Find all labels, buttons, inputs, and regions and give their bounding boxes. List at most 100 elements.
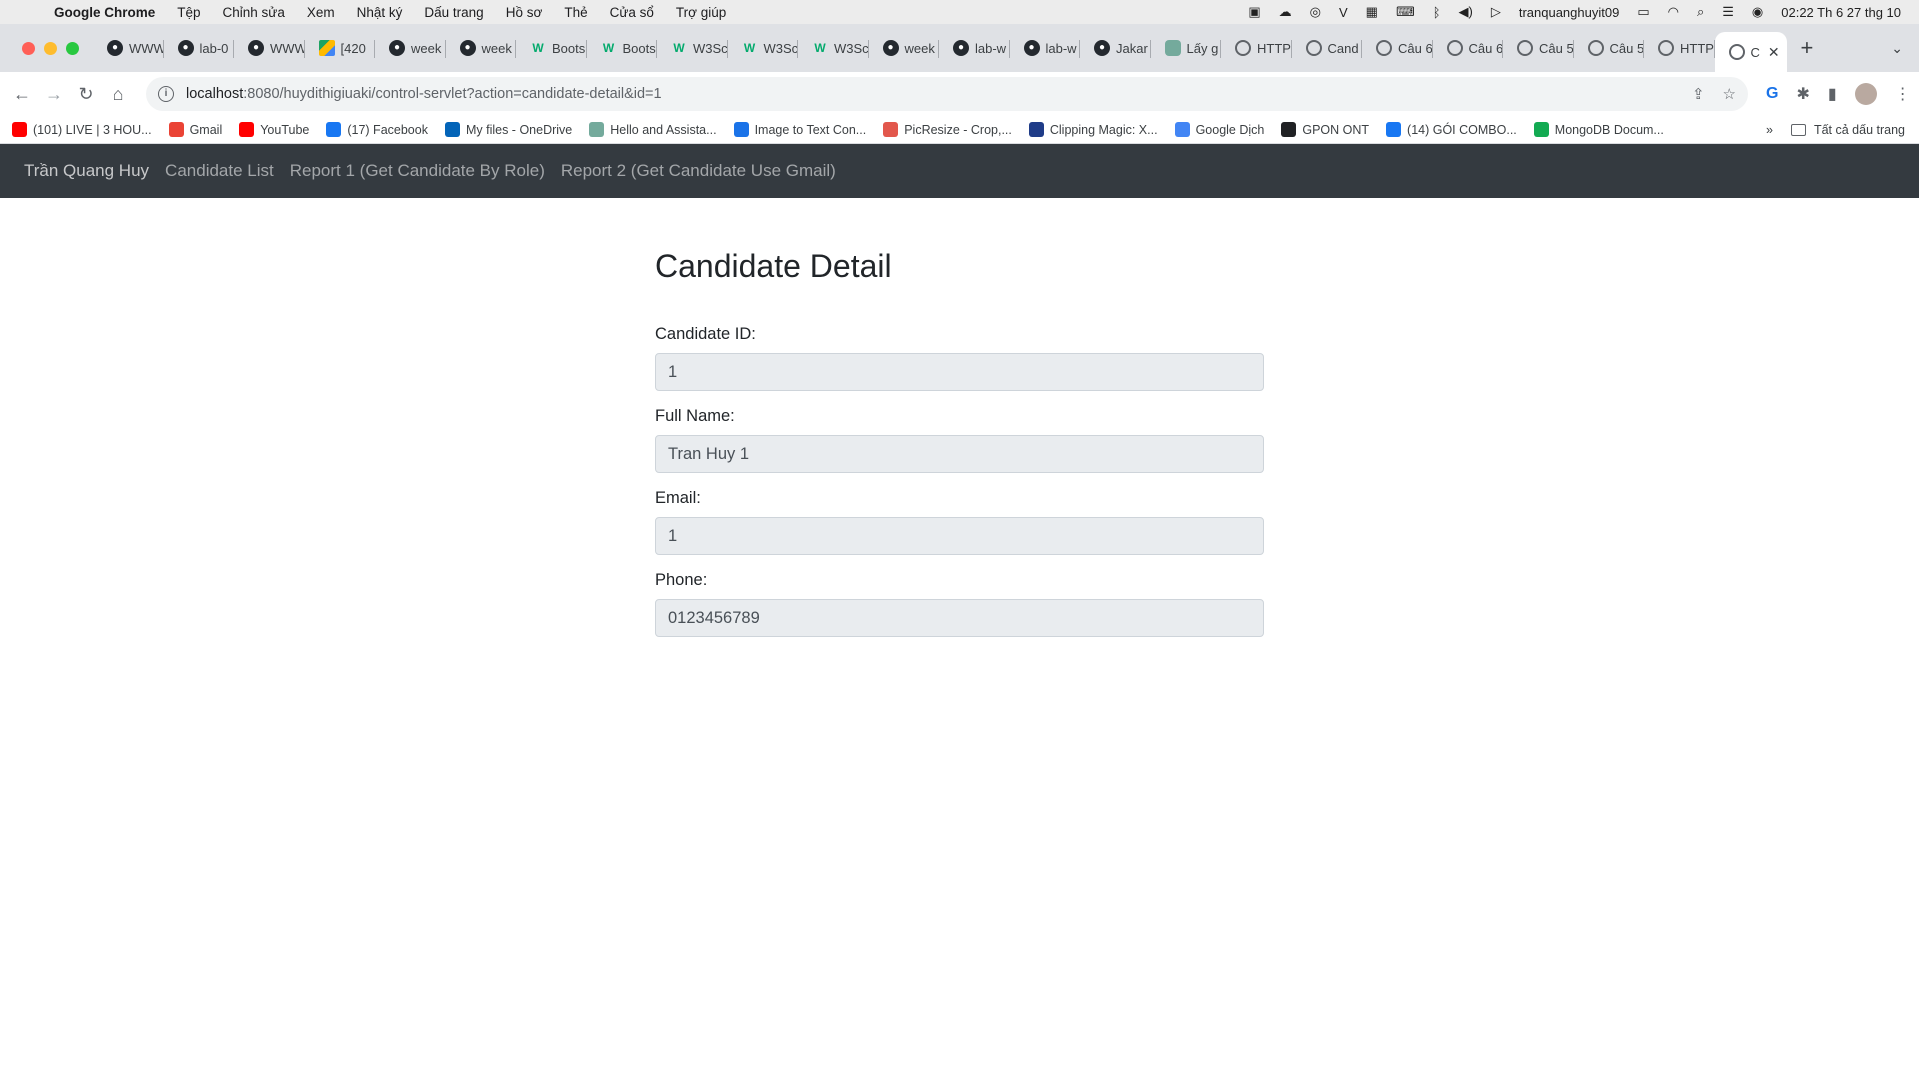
menu-tab[interactable]: Thẻ: [564, 5, 587, 20]
tab-item[interactable]: ● lab-0: [164, 24, 235, 72]
url-path: :8080/huydithigiuaki/control-servlet?act…: [243, 86, 662, 102]
full-name-label: Full Name:: [655, 407, 735, 425]
user-name[interactable]: tranquanghuyit09: [1519, 5, 1619, 20]
bookmark-item[interactable]: GPON ONT: [1281, 122, 1369, 137]
volume-icon[interactable]: ◀): [1459, 4, 1473, 20]
tab-item[interactable]: W Boots: [516, 24, 587, 72]
menu-help[interactable]: Trợ giúp: [676, 5, 726, 20]
tab-item[interactable]: Cand: [1292, 24, 1363, 72]
menu-bookmarks[interactable]: Dấu trang: [424, 5, 483, 20]
minimize-window-button[interactable]: [44, 41, 57, 55]
close-window-button[interactable]: [22, 41, 35, 55]
bookmark-item[interactable]: PicResize - Crop,...: [883, 122, 1012, 137]
spotlight-icon[interactable]: ⌕: [1697, 4, 1704, 20]
nav-link-report-2[interactable]: Report 2 (Get Candidate Use Gmail): [561, 161, 836, 181]
close-tab-button[interactable]: ✕: [1768, 44, 1780, 61]
profile-avatar[interactable]: [1854, 83, 1877, 105]
tab-item[interactable]: Câu 6: [1433, 24, 1503, 72]
tab-item[interactable]: ● Jakar: [1080, 24, 1151, 72]
navbar-brand[interactable]: Trần Quang Huy: [24, 161, 149, 181]
bookmark-item[interactable]: (17) Facebook: [326, 122, 428, 137]
creative-cloud-icon[interactable]: ◎: [1310, 4, 1321, 20]
tab-item[interactable]: ● lab-w: [1010, 24, 1081, 72]
tab-item[interactable]: ● week: [375, 24, 446, 72]
chrome-menu-icon[interactable]: ⋮: [1895, 84, 1911, 104]
tab-item[interactable]: HTTP: [1644, 24, 1715, 72]
bookmark-item[interactable]: Google Dịch: [1174, 122, 1264, 137]
bookmark-item[interactable]: (14) GÓI COMBO...: [1386, 122, 1517, 137]
menu-edit[interactable]: Chỉnh sửa: [223, 5, 285, 20]
tab-item[interactable]: [420: [305, 24, 376, 72]
tab-search-button[interactable]: ⌄: [1891, 24, 1903, 72]
side-panel-icon[interactable]: ▮: [1828, 84, 1837, 104]
bookmark-item[interactable]: Image to Text Con...: [733, 122, 866, 137]
bookmark-item[interactable]: Hello and Assista...: [589, 122, 717, 137]
bookmark-item[interactable]: YouTube: [239, 122, 309, 137]
address-bar[interactable]: i localhost:8080/huydithigiuaki/control-…: [146, 77, 1748, 111]
bookmark-star-icon[interactable]: ☆: [1723, 85, 1736, 103]
w-icon[interactable]: ▣: [1248, 4, 1260, 20]
play-icon[interactable]: ▷: [1491, 4, 1501, 20]
email-field[interactable]: [655, 517, 1264, 555]
w3schools-icon: W: [743, 41, 756, 55]
back-button[interactable]: ←: [6, 84, 38, 105]
bookmark-item[interactable]: Gmail: [168, 122, 222, 137]
wifi-icon[interactable]: ◠: [1668, 4, 1679, 20]
reload-button[interactable]: ↻: [70, 84, 102, 105]
clock[interactable]: 02:22 Th 6 27 thg 10: [1781, 5, 1901, 20]
bookmark-favicon-icon: [1533, 122, 1549, 137]
bookmarks-overflow-button[interactable]: »: [1766, 123, 1773, 137]
home-button[interactable]: ⌂: [102, 84, 134, 105]
nav-link-report-1[interactable]: Report 1 (Get Candidate By Role): [290, 161, 545, 181]
tab-item[interactable]: ● WWW: [93, 24, 164, 72]
tab-item[interactable]: HTTP: [1221, 24, 1292, 72]
menu-view[interactable]: Xem: [307, 5, 335, 20]
bookmark-favicon-icon: [1174, 122, 1190, 137]
w3schools-icon: W: [532, 41, 544, 55]
keyboard-icon[interactable]: ⌨: [1396, 4, 1415, 20]
tab-title: WWW: [270, 40, 305, 56]
cloud-icon[interactable]: ☁: [1279, 4, 1292, 20]
menu-app-name[interactable]: Google Chrome: [54, 5, 155, 20]
tab-item[interactable]: W W3Sc: [728, 24, 798, 72]
candidate-id-field[interactable]: [655, 353, 1264, 391]
share-icon[interactable]: ⇪: [1692, 85, 1705, 103]
menu-file[interactable]: Tệp: [177, 5, 200, 20]
battery-icon[interactable]: ▭: [1637, 4, 1649, 20]
bookmark-item[interactable]: (101) LIVE | 3 HOU...: [12, 122, 152, 137]
bookmark-item[interactable]: My files - OneDrive: [444, 122, 572, 137]
tab-item[interactable]: ● lab-w: [939, 24, 1010, 72]
full-name-field[interactable]: [655, 435, 1264, 473]
tab-active[interactable]: C ✕: [1714, 32, 1787, 72]
all-bookmarks-button[interactable]: Tất cả dấu trang: [1790, 123, 1919, 137]
menu-history[interactable]: Nhật ký: [357, 5, 403, 20]
tab-item[interactable]: ● week: [869, 24, 940, 72]
translate-icon[interactable]: G: [1766, 85, 1778, 103]
menu-profiles[interactable]: Hồ sơ: [506, 5, 543, 20]
nav-link-candidate-list[interactable]: Candidate List: [165, 161, 274, 181]
zoom-window-button[interactable]: [66, 41, 79, 55]
siri-icon[interactable]: ◉: [1752, 4, 1763, 20]
bluetooth-icon[interactable]: ᛒ: [1433, 5, 1441, 20]
tab-item[interactable]: Câu 5: [1503, 24, 1574, 72]
phone-field[interactable]: [655, 599, 1264, 637]
tab-item[interactable]: Lấy g: [1151, 24, 1222, 72]
tab-item[interactable]: ● week: [446, 24, 517, 72]
menu-window[interactable]: Cửa sổ: [610, 5, 654, 20]
new-tab-button[interactable]: +: [1801, 24, 1814, 72]
bookmark-item[interactable]: Clipping Magic: X...: [1028, 122, 1158, 137]
site-info-icon[interactable]: i: [158, 86, 174, 102]
forward-button[interactable]: →: [38, 84, 70, 105]
window-controls: [0, 24, 93, 72]
v-icon[interactable]: V: [1339, 5, 1348, 20]
tab-item[interactable]: W Boots: [587, 24, 658, 72]
extensions-icon[interactable]: ✱: [1796, 84, 1809, 104]
tab-item[interactable]: W W3Sc: [798, 24, 869, 72]
grid-icon[interactable]: ▦: [1366, 4, 1378, 20]
bookmark-item[interactable]: MongoDB Docum...: [1533, 122, 1664, 137]
control-center-icon[interactable]: ☰: [1722, 4, 1734, 20]
tab-item[interactable]: W W3Sc: [657, 24, 728, 72]
tab-item[interactable]: Câu 5: [1574, 24, 1644, 72]
tab-item[interactable]: ● WWW: [234, 24, 305, 72]
tab-item[interactable]: Câu 6: [1362, 24, 1433, 72]
